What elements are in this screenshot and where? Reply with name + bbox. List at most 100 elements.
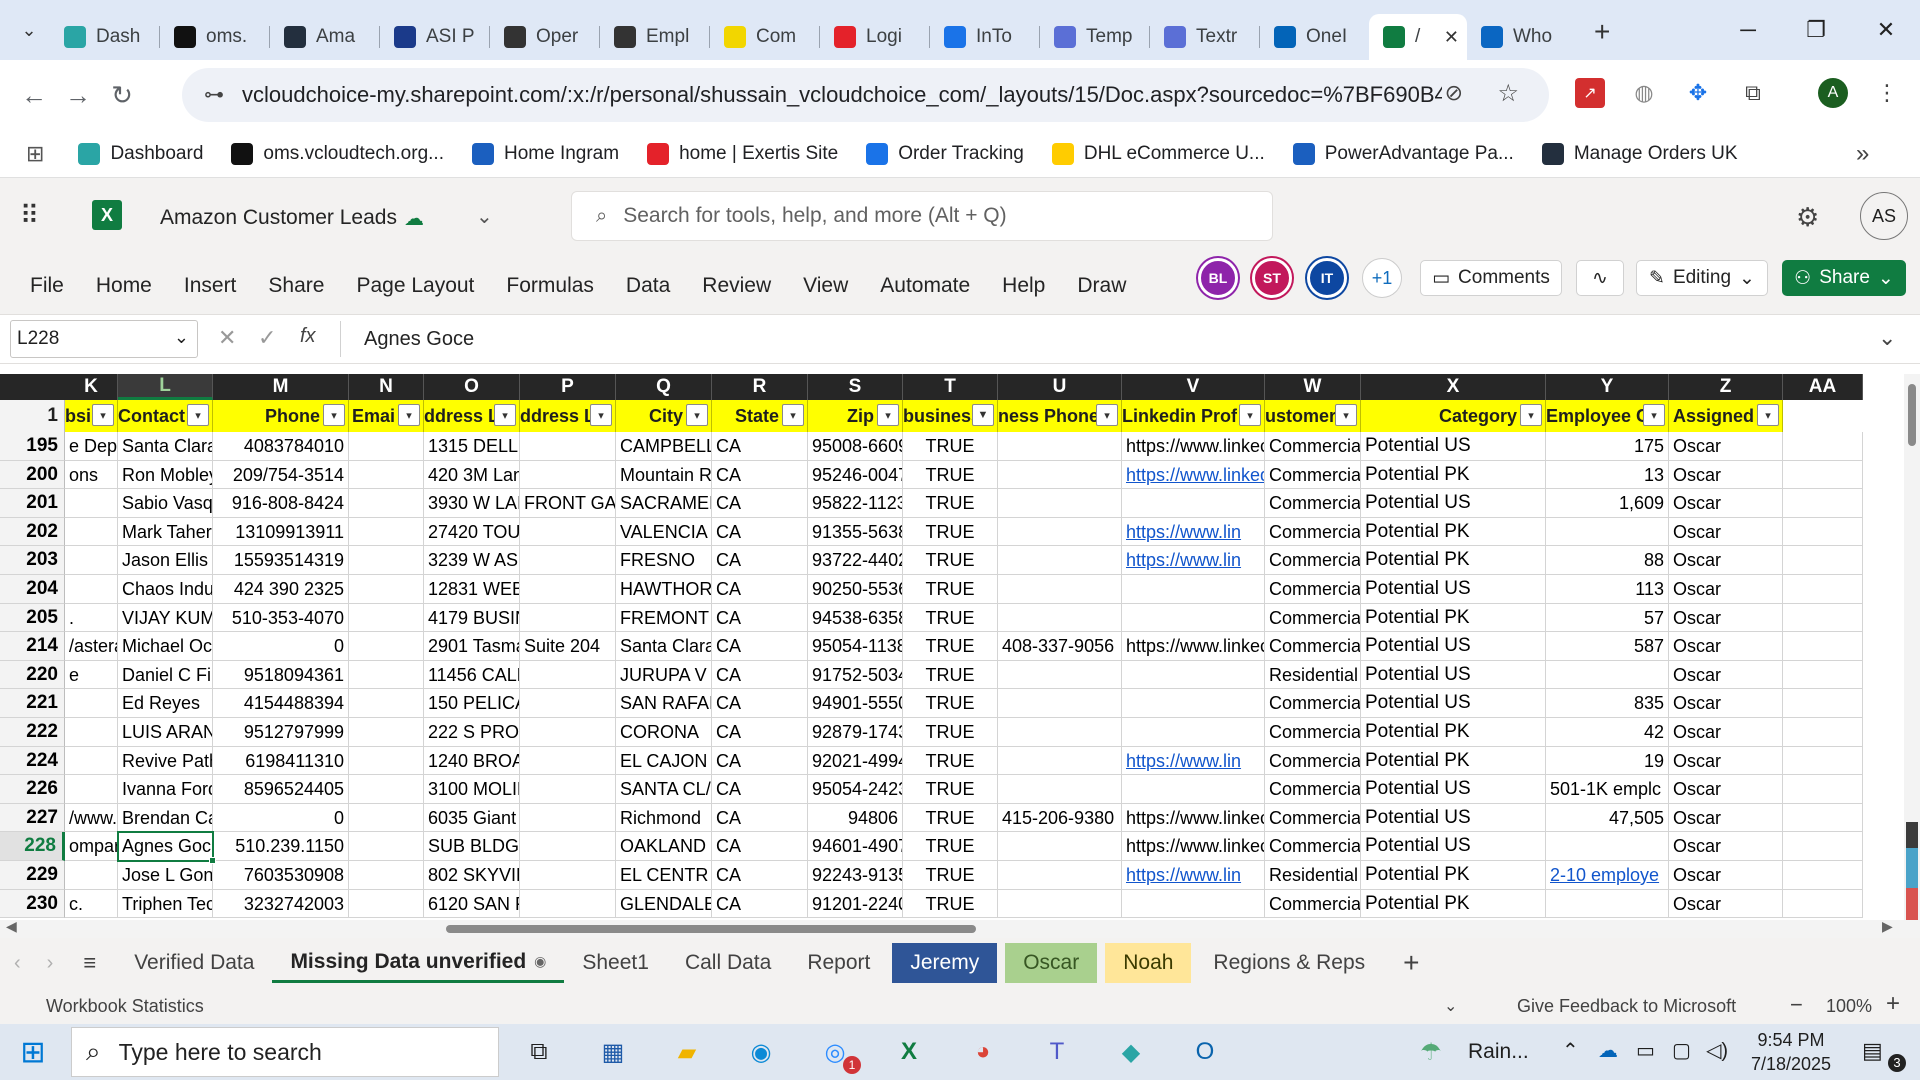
table-cell[interactable]: e	[65, 660, 118, 690]
table-cell[interactable]: 3239 W ASHLAN AVE	[424, 546, 520, 575]
table-cell[interactable]	[65, 746, 118, 776]
browser-tab[interactable]: InTo	[930, 14, 1039, 60]
table-cell[interactable]: Potential PK	[1361, 889, 1546, 919]
table-cell[interactable]: 7603530908	[213, 861, 349, 890]
browser-tab[interactable]: oms.	[160, 14, 269, 60]
sheet-tab[interactable]: Verified Data	[116, 943, 272, 983]
editing-mode-button[interactable]: ✎ Editing ⌄	[1636, 260, 1768, 296]
url-omnibox[interactable]: ⊶ vcloudchoice-my.sharepoint.com/:x:/r/p…	[182, 68, 1549, 122]
feedback-link[interactable]: Give Feedback to Microsoft	[1517, 996, 1736, 1017]
excel-taskbar-icon[interactable]: X	[881, 1030, 937, 1074]
table-cell[interactable]	[1122, 660, 1265, 690]
table-cell[interactable]: Revive Path	[118, 746, 213, 776]
table-cell[interactable]	[998, 832, 1122, 861]
scroll-left-icon[interactable]: ◀	[6, 918, 17, 935]
scroll-right-icon[interactable]: ▶	[1882, 918, 1893, 935]
table-cell[interactable]: CA	[712, 546, 808, 575]
table-cell[interactable]: Commercia	[1265, 546, 1361, 575]
table-cell[interactable]	[1783, 889, 1863, 919]
table-cell[interactable]	[349, 603, 424, 633]
table-cell[interactable]: 6198411310	[213, 746, 349, 776]
table-cell[interactable]	[349, 803, 424, 833]
table-cell[interactable]: Oscar	[1669, 889, 1783, 919]
table-cell[interactable]: TRUE	[903, 632, 998, 661]
filter-dropdown-icon[interactable]: ▾	[1335, 404, 1357, 426]
filter-dropdown-icon[interactable]: ▾	[782, 404, 804, 426]
row-header-1[interactable]: 1	[0, 400, 65, 432]
column-header-p[interactable]: P	[520, 374, 616, 400]
windows-start-icon[interactable]: ⊞	[8, 1030, 58, 1074]
table-cell[interactable]: 94901-5550	[808, 689, 903, 718]
table-cell[interactable]: 92879-1743	[808, 718, 903, 747]
table-cell[interactable]	[1546, 889, 1669, 919]
tab-search-chevron-icon[interactable]: ⌄	[8, 9, 50, 51]
table-cell[interactable]: https://www.lin	[1122, 746, 1265, 776]
table-cell[interactable]: 94806	[808, 803, 903, 833]
table-cell[interactable]: TRUE	[903, 432, 998, 461]
table-cell[interactable]: 91201-2240	[808, 889, 903, 919]
table-cell[interactable]	[998, 775, 1122, 804]
table-cell[interactable]	[520, 746, 616, 776]
bookmark-item[interactable]: oms.vcloudtech.org...	[231, 142, 444, 165]
table-cell[interactable]: TRUE	[903, 775, 998, 804]
ribbon-tab-insert[interactable]: Insert	[184, 274, 237, 298]
table-cell[interactable]: 94538-6358	[808, 603, 903, 633]
browser-menu-icon[interactable]: ⋮	[1872, 78, 1902, 108]
table-cell[interactable]: 95008-6609	[808, 432, 903, 461]
table-cell[interactable]	[998, 432, 1122, 461]
filter-dropdown-icon[interactable]: ▾	[1239, 404, 1261, 426]
table-cell[interactable]: Santa Clara	[616, 632, 712, 661]
forward-arrow-icon[interactable]: →	[56, 80, 100, 111]
zoom-level[interactable]: 100%	[1826, 996, 1872, 1017]
title-dropdown-chevron-icon[interactable]: ⌄	[476, 204, 493, 229]
filter-dropdown-icon[interactable]: ▾	[1520, 404, 1542, 426]
formula-input[interactable]: Agnes Goce	[364, 328, 474, 351]
table-cell[interactable]: 57	[1546, 603, 1669, 633]
table-cell[interactable]: HAWTHOR	[616, 575, 712, 604]
table-cell[interactable]: Chaos Indu	[118, 575, 213, 604]
table-cell[interactable]: 510.239.1150	[213, 832, 349, 861]
table-cell[interactable]	[1783, 803, 1863, 833]
table-cell[interactable]: VALENCIA	[616, 517, 712, 547]
table-cell[interactable]: TRUE	[903, 460, 998, 490]
browser-tab[interactable]: Textr	[1150, 14, 1259, 60]
table-cell[interactable]: 209/754-3514	[213, 460, 349, 490]
table-cell[interactable]: .	[65, 603, 118, 633]
table-cell[interactable]	[520, 432, 616, 461]
table-cell[interactable]	[349, 460, 424, 490]
sheet-tab[interactable]: Oscar	[1005, 943, 1098, 983]
table-cell[interactable]: 6035 Giant Rd	[424, 803, 520, 833]
table-cell[interactable]: e Depa	[65, 432, 118, 461]
table-cell[interactable]: 92021-4994	[808, 746, 903, 776]
table-cell[interactable]	[1122, 689, 1265, 718]
sheet-tab[interactable]: Report	[789, 943, 888, 983]
taskbar-search-box[interactable]: ⌕ Type here to search	[71, 1027, 499, 1077]
table-cell[interactable]	[65, 861, 118, 890]
chevron-down-icon[interactable]: ⌄	[1444, 996, 1457, 1016]
cancel-x-icon[interactable]: ✕	[218, 325, 236, 351]
table-cell[interactable]: 27420 TOURNEY RD S	[424, 517, 520, 547]
table-cell[interactable]	[520, 460, 616, 490]
column-header-x[interactable]: X	[1361, 374, 1546, 400]
table-cell[interactable]: CAMPBELL	[616, 432, 712, 461]
table-cell[interactable]: Potential PK	[1361, 861, 1546, 890]
table-cell[interactable]	[520, 603, 616, 633]
table-cell[interactable]: Michael Oc	[118, 632, 213, 661]
table-cell[interactable]	[998, 603, 1122, 633]
table-cell[interactable]	[65, 517, 118, 547]
row-header[interactable]: 229	[0, 861, 65, 890]
network-icon[interactable]: ▢	[1672, 1038, 1691, 1063]
vertical-scroll-thumb[interactable]	[1908, 384, 1916, 446]
table-cell[interactable]	[65, 489, 118, 518]
table-cell[interactable]: Oscar	[1669, 603, 1783, 633]
table-cell[interactable]: TRUE	[903, 689, 998, 718]
table-cell[interactable]: Commercia	[1265, 803, 1361, 833]
chevron-down-icon[interactable]: ⌄	[174, 327, 189, 348]
table-cell[interactable]: Potential US	[1361, 432, 1546, 461]
table-cell[interactable]: 175	[1546, 432, 1669, 461]
table-cell[interactable]: Potential US	[1361, 632, 1546, 661]
ribbon-tab-review[interactable]: Review	[702, 274, 771, 298]
table-cell[interactable]: Potential PK	[1361, 718, 1546, 747]
table-cell[interactable]: Commercia	[1265, 746, 1361, 776]
prev-sheet-icon[interactable]: ‹	[14, 952, 21, 975]
